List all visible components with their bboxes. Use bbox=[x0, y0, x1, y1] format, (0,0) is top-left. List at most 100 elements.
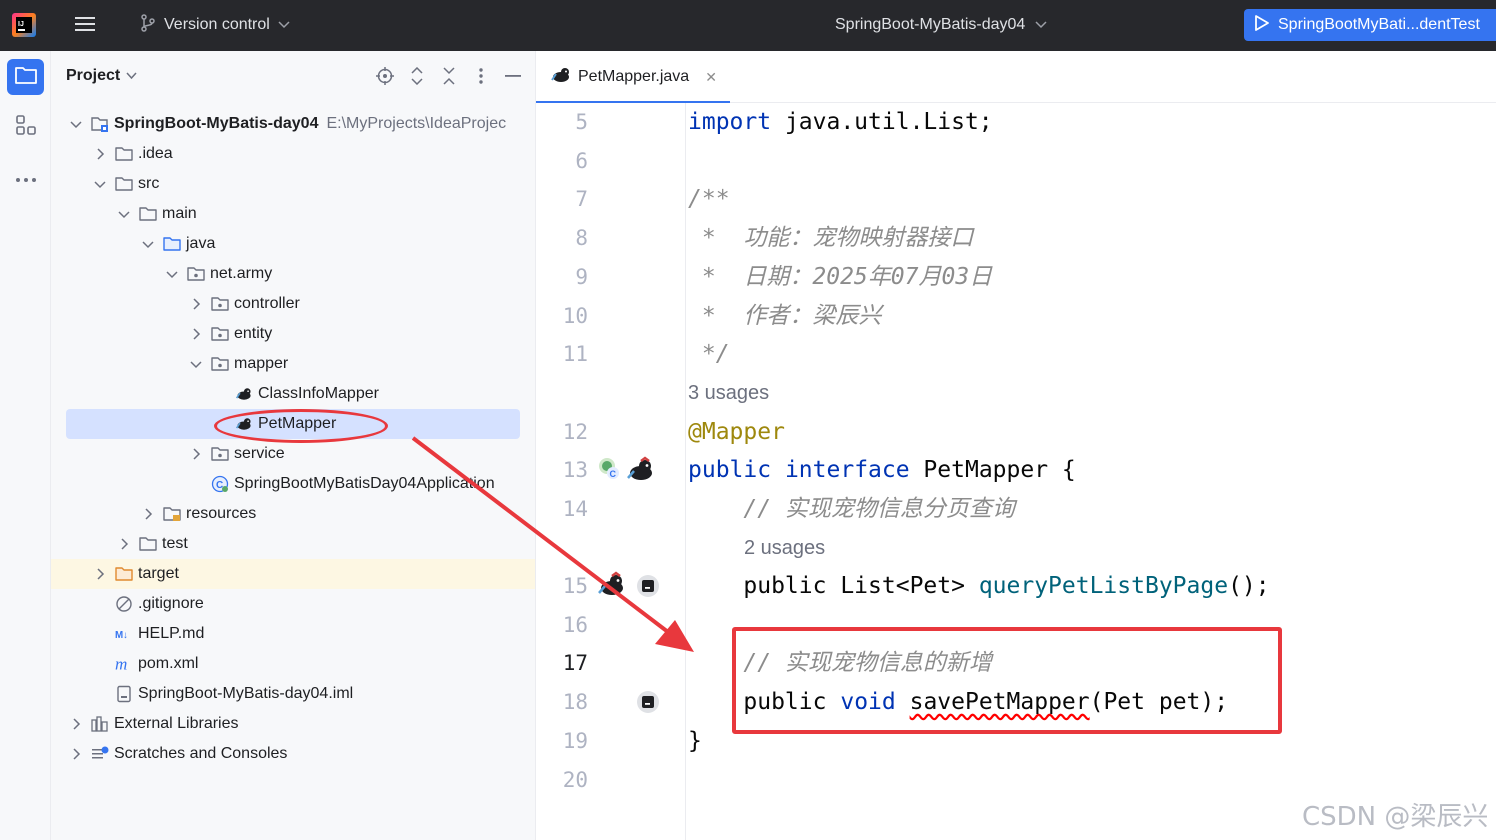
chevron-right-icon[interactable] bbox=[117, 537, 131, 551]
collapse-all-icon[interactable] bbox=[440, 65, 458, 87]
line-number[interactable]: 11 bbox=[536, 335, 588, 373]
tree-item-springboot-mybatis-day04[interactable]: SpringBoot-MyBatis-day04 E:\MyProjects\Id… bbox=[51, 109, 535, 139]
tree-item-resources[interactable]: resources bbox=[51, 499, 535, 529]
line-number[interactable]: 7 bbox=[536, 180, 588, 218]
chevron-down-icon[interactable] bbox=[69, 117, 83, 131]
expand-all-icon[interactable] bbox=[408, 65, 426, 87]
tree-item-pom-xml[interactable]: m pom.xml bbox=[51, 649, 535, 679]
svg-text:C: C bbox=[610, 469, 617, 479]
chevron-down-icon[interactable] bbox=[189, 357, 203, 371]
tree-item-entity[interactable]: entity bbox=[51, 319, 535, 349]
tree-item-mapper[interactable]: mapper bbox=[51, 349, 535, 379]
package-icon bbox=[211, 355, 229, 373]
more-tools-button[interactable] bbox=[7, 159, 44, 195]
line-number[interactable]: 18 bbox=[536, 683, 588, 721]
chevron-down-icon[interactable] bbox=[165, 267, 179, 281]
version-control-menu[interactable]: Version control bbox=[140, 12, 290, 38]
tree-item-scratches-and-consoles[interactable]: Scratches and Consoles bbox=[51, 739, 535, 769]
tool-window-strip bbox=[0, 51, 51, 840]
code-line-14: // 实现宠物信息分页查询 bbox=[688, 496, 1015, 522]
hide-icon[interactable] bbox=[504, 65, 522, 87]
tree-item-external-libraries[interactable]: External Libraries bbox=[51, 709, 535, 739]
usages-hint[interactable]: 2 usages bbox=[744, 529, 825, 567]
tree-item-controller[interactable]: controller bbox=[51, 289, 535, 319]
tree-item-target[interactable]: target bbox=[51, 559, 535, 589]
line-number[interactable]: 9 bbox=[536, 258, 588, 296]
line-number[interactable]: 16 bbox=[536, 606, 588, 644]
tree-item-idea[interactable]: .idea bbox=[51, 139, 535, 169]
code-line-10: * 作者：梁辰兴 bbox=[688, 303, 882, 329]
intellij-logo-icon[interactable]: IJ bbox=[12, 13, 36, 37]
maven-icon: m bbox=[115, 655, 133, 673]
chevron-down-icon[interactable] bbox=[117, 207, 131, 221]
chevron-right-icon[interactable] bbox=[69, 717, 83, 731]
tree-item-test[interactable]: test bbox=[51, 529, 535, 559]
line-number[interactable]: 6 bbox=[536, 142, 588, 180]
svg-text:IJ: IJ bbox=[18, 21, 24, 28]
mybatis-icon[interactable] bbox=[596, 571, 628, 603]
project-switcher[interactable]: SpringBoot-MyBatis-day04 bbox=[835, 12, 1047, 38]
terminal-icon[interactable] bbox=[636, 690, 660, 718]
locate-icon[interactable] bbox=[376, 65, 394, 87]
tree-item-main[interactable]: main bbox=[51, 199, 535, 229]
chevron-down-icon[interactable] bbox=[141, 237, 155, 251]
line-number[interactable]: 19 bbox=[536, 722, 588, 760]
chevron-right-icon[interactable] bbox=[93, 567, 107, 581]
implemented-icon[interactable]: C bbox=[596, 455, 622, 485]
tree-item-help-md[interactable]: M↓ HELP.md bbox=[51, 619, 535, 649]
line-number[interactable]: 10 bbox=[536, 297, 588, 335]
package-icon bbox=[211, 295, 229, 313]
line-number[interactable]: 12 bbox=[536, 413, 588, 451]
line-number[interactable]: 14 bbox=[536, 490, 588, 528]
line-number[interactable]: 8 bbox=[536, 219, 588, 257]
chevron-right-icon[interactable] bbox=[189, 297, 203, 311]
project-panel-title: Project bbox=[66, 67, 121, 84]
iml-file-icon bbox=[115, 685, 133, 703]
code-line-8: * 功能：宠物映射器接口 bbox=[688, 225, 974, 251]
tab-petmapper-java[interactable]: PetMapper.java ✕ bbox=[536, 51, 730, 104]
line-number[interactable]: 13 bbox=[536, 451, 588, 489]
tree-item-springboot-mybatis-day04-iml[interactable]: SpringBoot-MyBatis-day04.iml bbox=[51, 679, 535, 709]
chevron-down-icon bbox=[1035, 16, 1047, 34]
chevron-right-icon[interactable] bbox=[189, 447, 203, 461]
chevron-right-icon[interactable] bbox=[189, 327, 203, 341]
project-panel-header: Project bbox=[51, 51, 535, 103]
terminal-icon[interactable] bbox=[636, 574, 660, 602]
tree-item-path: E:\MyProjects\IdeaProjec bbox=[326, 115, 507, 132]
close-icon[interactable]: ✕ bbox=[705, 69, 717, 86]
options-icon[interactable] bbox=[472, 65, 490, 87]
tree-item-service[interactable]: service bbox=[51, 439, 535, 469]
chevron-down-icon[interactable] bbox=[93, 177, 107, 191]
project-tool-button[interactable] bbox=[7, 59, 44, 95]
structure-tool-button[interactable] bbox=[7, 109, 44, 145]
tree-item-src[interactable]: src bbox=[51, 169, 535, 199]
tree-item-label: net.army bbox=[210, 265, 273, 282]
tree-item-gitignore[interactable]: .gitignore bbox=[51, 589, 535, 619]
line-number[interactable]: 15 bbox=[536, 567, 588, 605]
code-line-5: import java.util.List; bbox=[688, 109, 993, 135]
line-number[interactable]: 20 bbox=[536, 761, 588, 799]
tree-item-classinfomapper[interactable]: ClassInfoMapper bbox=[51, 379, 535, 409]
project-view-selector[interactable]: Project bbox=[66, 67, 137, 85]
line-number[interactable]: 5 bbox=[536, 103, 588, 141]
module-icon bbox=[91, 115, 109, 133]
mybatis-icon[interactable] bbox=[625, 456, 657, 488]
run-configuration-button[interactable]: SpringBootMyBati...dentTest bbox=[1244, 9, 1496, 41]
chevron-right-icon[interactable] bbox=[93, 147, 107, 161]
scratches-icon bbox=[91, 745, 109, 763]
tree-item-java[interactable]: java bbox=[51, 229, 535, 259]
run-configuration-label: SpringBootMyBati...dentTest bbox=[1278, 16, 1480, 33]
code-line-12: @Mapper bbox=[688, 419, 785, 445]
code-line-7: /** bbox=[688, 186, 730, 212]
tree-item-springbootmybatisday04application[interactable]: C SpringBootMyBatisDay04Application bbox=[51, 469, 535, 499]
main-menu-icon[interactable] bbox=[74, 14, 98, 36]
tree-item-label: ClassInfoMapper bbox=[258, 385, 379, 402]
tree-item-label: HELP.md bbox=[138, 625, 205, 642]
package-icon bbox=[187, 265, 205, 283]
chevron-right-icon[interactable] bbox=[141, 507, 155, 521]
line-number[interactable]: 17 bbox=[536, 644, 588, 682]
tree-item-label: target bbox=[138, 565, 179, 582]
tree-item-net-army[interactable]: net.army bbox=[51, 259, 535, 289]
usages-hint[interactable]: 3 usages bbox=[688, 374, 769, 412]
chevron-right-icon[interactable] bbox=[69, 747, 83, 761]
